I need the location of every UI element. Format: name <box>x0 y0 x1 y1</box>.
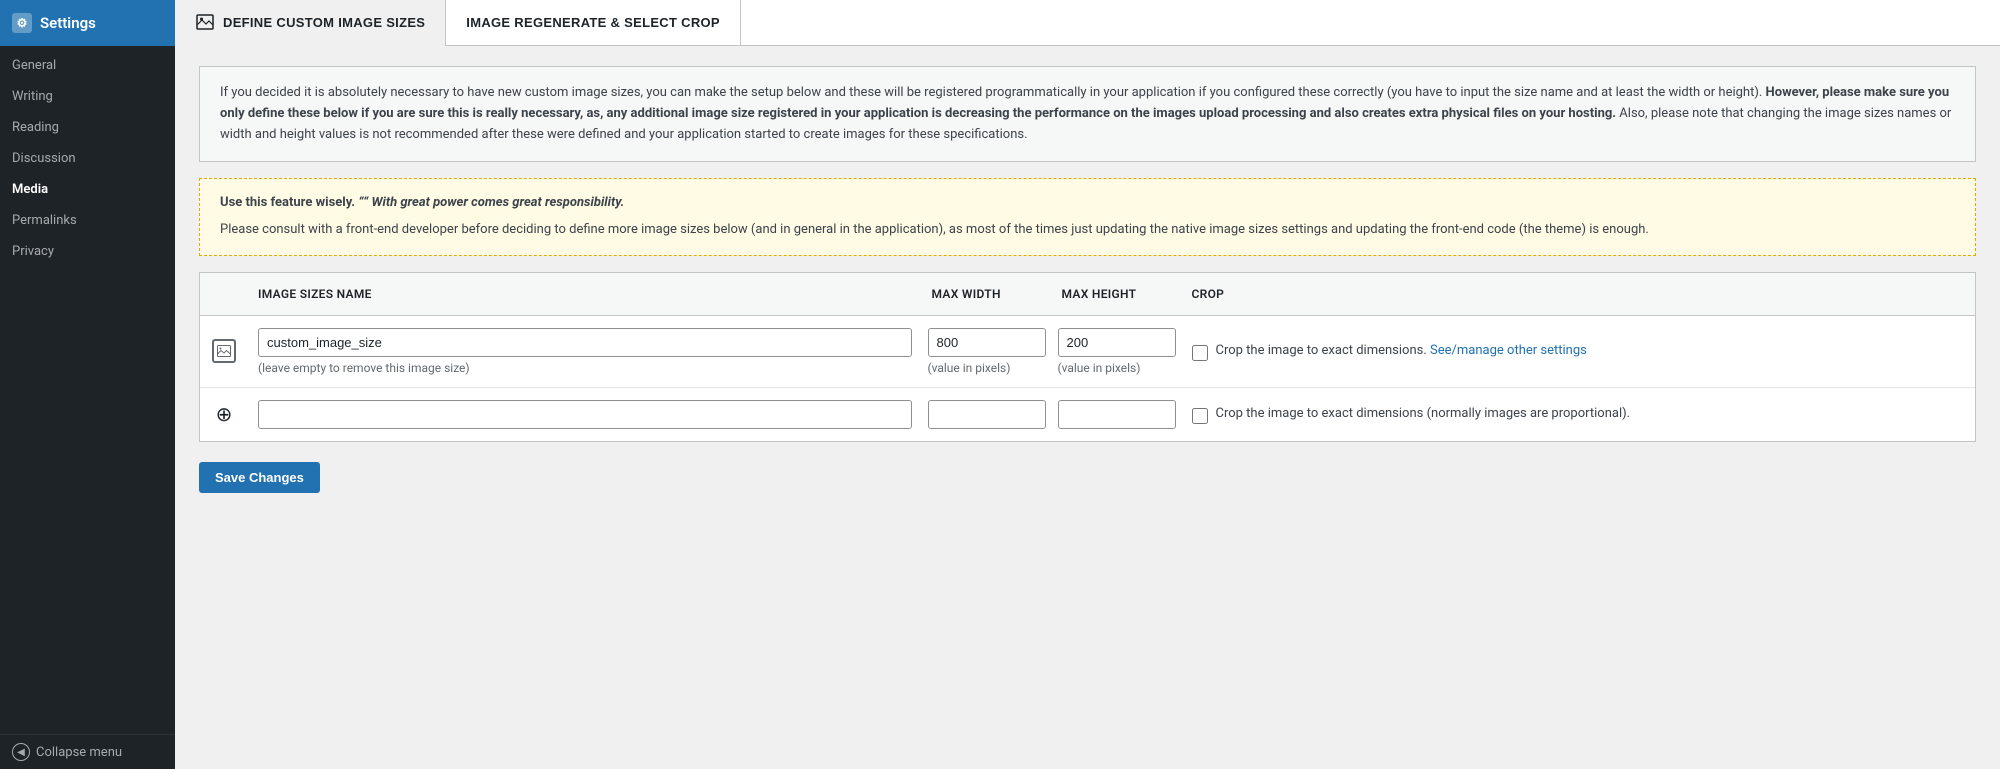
header-icon-col <box>200 283 248 305</box>
width-input-1[interactable] <box>928 328 1046 357</box>
tab-define-label: DEFINE CUSTOM IMAGE SIZES <box>223 15 425 30</box>
image-size-icon <box>212 339 236 363</box>
sidebar-item-privacy[interactable]: Privacy <box>0 236 175 267</box>
crop-label-2: Crop the image to exact dimensions (norm… <box>1216 404 1631 424</box>
sidebar-item-media[interactable]: Media <box>0 174 175 205</box>
content-area: If you decided it is absolutely necessar… <box>175 46 2000 769</box>
collapse-arrow-icon: ◀ <box>12 743 30 761</box>
warning-body: Please consult with a front-end develope… <box>220 220 1955 241</box>
header-height-col: MAX HEIGHT <box>1052 283 1182 305</box>
table-row: ⊕ Crop the image to exact dimensions (no… <box>200 388 1975 441</box>
settings-icon: ⚙ <box>12 13 32 33</box>
header-name-col: IMAGE SIZES NAME <box>248 283 922 305</box>
sidebar-nav: General Writing Reading Discussion Media… <box>0 46 175 734</box>
sidebar-header: ⚙ Settings <box>0 0 175 46</box>
height-hint-1: (value in pixels) <box>1058 361 1176 375</box>
crop-cell-1: Crop the image to exact dimensions. See/… <box>1182 341 1976 361</box>
tab-image-icon <box>195 12 215 32</box>
width-cell-2 <box>922 400 1052 429</box>
add-icon-cell: ⊕ <box>200 402 248 426</box>
crop-checkbox-1[interactable] <box>1192 345 1208 361</box>
name-cell-2 <box>248 400 922 429</box>
image-name-input-2[interactable] <box>258 400 912 429</box>
main-content: DEFINE CUSTOM IMAGE SIZES IMAGE REGENERA… <box>175 0 2000 769</box>
header-width-col: MAX WIDTH <box>922 283 1052 305</box>
tab-regenerate-label: IMAGE REGENERATE & SELECT CROP <box>466 15 720 30</box>
warning-box: Use this feature wisely. ““ With great p… <box>199 178 1976 256</box>
collapse-menu-button[interactable]: ◀ Collapse menu <box>0 734 175 769</box>
sidebar-item-reading[interactable]: Reading <box>0 112 175 143</box>
table-header: IMAGE SIZES NAME MAX WIDTH MAX HEIGHT CR… <box>200 273 1975 316</box>
height-cell-2 <box>1052 400 1182 429</box>
crop-cell-2: Crop the image to exact dimensions (norm… <box>1182 404 1976 424</box>
name-hint-1: (leave empty to remove this image size) <box>258 361 912 375</box>
width-hint-1: (value in pixels) <box>928 361 1046 375</box>
table-row: (leave empty to remove this image size) … <box>200 316 1975 388</box>
sidebar-item-discussion[interactable]: Discussion <box>0 143 175 174</box>
collapse-label: Collapse menu <box>36 745 122 760</box>
info-box: If you decided it is absolutely necessar… <box>199 66 1976 162</box>
save-changes-button[interactable]: Save Changes <box>199 462 320 493</box>
width-cell-1: (value in pixels) <box>922 328 1052 375</box>
sidebar: ⚙ Settings General Writing Reading Discu… <box>0 0 175 769</box>
see-manage-link[interactable]: See/manage other settings <box>1430 343 1587 358</box>
height-input-1[interactable] <box>1058 328 1176 357</box>
sidebar-item-general[interactable]: General <box>0 50 175 81</box>
tab-bar: DEFINE CUSTOM IMAGE SIZES IMAGE REGENERA… <box>175 0 2000 46</box>
row-icon-cell <box>200 339 248 363</box>
height-cell-1: (value in pixels) <box>1052 328 1182 375</box>
tab-define-custom-image-sizes[interactable]: DEFINE CUSTOM IMAGE SIZES <box>175 0 445 46</box>
height-input-2[interactable] <box>1058 400 1176 429</box>
tab-image-regenerate[interactable]: IMAGE REGENERATE & SELECT CROP <box>445 0 741 45</box>
header-extra-col <box>1302 283 1976 305</box>
sidebar-item-writing[interactable]: Writing <box>0 81 175 112</box>
warning-quote: ““ With great power comes great responsi… <box>358 195 624 210</box>
image-name-input-1[interactable] <box>258 328 912 357</box>
crop-label-1: Crop the image to exact dimensions. See/… <box>1216 341 1587 361</box>
name-cell-1: (leave empty to remove this image size) <box>248 328 922 375</box>
sidebar-title: Settings <box>40 14 96 32</box>
sidebar-item-permalinks[interactable]: Permalinks <box>0 205 175 236</box>
width-input-2[interactable] <box>928 400 1046 429</box>
header-crop-col: CROP <box>1182 283 1302 305</box>
image-sizes-table: IMAGE SIZES NAME MAX WIDTH MAX HEIGHT CR… <box>199 272 1976 442</box>
add-row-icon: ⊕ <box>212 402 236 426</box>
crop-checkbox-2[interactable] <box>1192 408 1208 424</box>
warning-title: Use this feature wisely. ““ With great p… <box>220 193 1955 214</box>
info-text-intro: If you decided it is absolutely necessar… <box>220 85 1762 100</box>
